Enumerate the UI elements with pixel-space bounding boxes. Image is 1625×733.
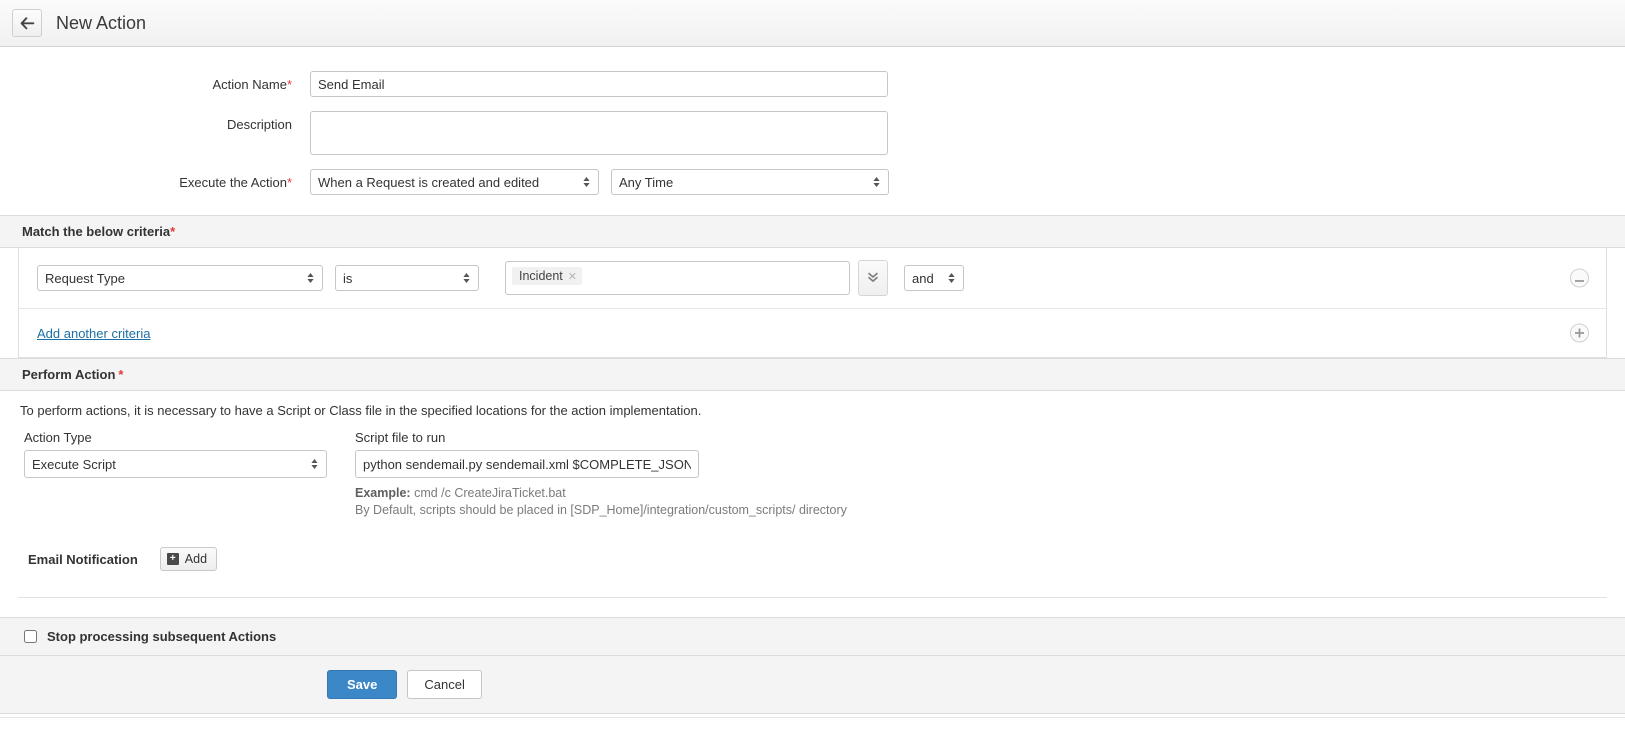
criteria-row: Request Type is Incident ✕ and [19,248,1606,309]
perform-action-description: To perform actions, it is necessary to h… [20,403,702,418]
script-file-label: Script file to run [355,430,446,445]
criteria-section-title: Match the below criteria [22,224,171,239]
plus-circle-icon [1575,327,1584,340]
page-bottom-edge [0,717,1625,733]
required-marker: * [170,224,176,239]
form-body: Action Name* Description Execute the Act… [0,71,1625,714]
hint-example-label: Example: [355,486,411,500]
criteria-field-select-wrap: Request Type [37,265,323,291]
page-title: New Action [56,12,147,33]
criteria-expand-button[interactable] [858,260,888,296]
footer-buttons: Save Cancel [327,670,482,699]
action-name-label-text: Action Name [212,77,287,92]
action-name-input[interactable] [310,71,888,97]
execute-action-row: Execute the Action* When a Request is cr… [0,169,1625,195]
page-header: New Action [0,0,1625,47]
save-button[interactable]: Save [327,670,398,699]
section-divider [18,597,1607,598]
execute-action-label-text: Execute the Action [179,175,287,190]
stop-processing-label: Stop processing subsequent Actions [47,629,277,644]
criteria-value-field[interactable]: Incident ✕ [505,261,850,295]
execute-trigger-select[interactable]: When a Request is created and edited [310,169,599,195]
email-add-button[interactable]: + Add [159,547,218,571]
description-textarea[interactable] [310,111,888,155]
criteria-logic-select-wrap: and [904,265,964,291]
arrow-left-icon [20,16,35,30]
close-icon[interactable]: ✕ [568,270,577,283]
form-footer: Save Cancel [0,656,1625,714]
email-add-button-label: Add [184,552,208,566]
minus-circle-icon [1575,272,1584,285]
required-marker: * [286,77,292,92]
execute-time-select[interactable]: Any Time [611,169,889,195]
perform-action-header: Perform Action * [0,358,1625,391]
description-label: Description [226,117,292,132]
execute-trigger-select-wrap: When a Request is created and edited [310,169,599,195]
script-hint-example: Example: cmd /c CreateJiraTicket.bat [355,485,847,502]
cancel-button[interactable]: Cancel [407,670,482,699]
hint-example-text: cmd /c CreateJiraTicket.bat [410,486,566,500]
criteria-field-select[interactable]: Request Type [37,265,323,291]
remove-criteria-button[interactable] [1570,268,1589,288]
double-chevron-down-icon [867,270,879,287]
email-notification-label: Email Notification [28,551,138,567]
add-another-criteria-link[interactable]: Add another criteria [37,326,150,341]
email-notification-row: Email Notification + Add [0,519,1625,597]
criteria-condition-select[interactable]: is [335,265,479,291]
stop-processing-checkbox[interactable] [24,630,37,643]
perform-action-title: Perform Action [22,367,116,382]
value-chip[interactable]: Incident ✕ [512,267,582,285]
action-type-label: Action Type [24,430,92,445]
criteria-logic-select[interactable]: and [904,265,964,291]
add-criteria-button[interactable] [1570,323,1589,343]
script-hint-default: By Default, scripts should be placed in … [355,503,847,517]
add-criteria-row: Add another criteria [19,309,1606,357]
criteria-box: Request Type is Incident ✕ and Add anoth… [18,248,1607,358]
value-chip-label: Incident [519,269,563,283]
required-marker: * [286,175,292,190]
execute-action-label: Execute the Action* [0,169,310,190]
action-type-column: Action Type Execute Script [24,430,327,519]
action-type-select-wrap: Execute Script [24,450,327,478]
back-button[interactable] [12,9,42,37]
new-action-page: New Action Action Name* Description Exec… [0,0,1625,733]
action-name-row: Action Name* [0,71,1625,97]
criteria-section-header: Match the below criteria* [0,215,1625,248]
script-file-input[interactable] [355,450,699,478]
description-row: Description [0,111,1625,155]
script-file-column: Script file to run Example: cmd /c Creat… [355,430,847,519]
required-marker: * [118,367,124,382]
criteria-condition-select-wrap: is [335,265,479,291]
action-name-label: Action Name* [0,71,310,92]
action-type-select[interactable]: Execute Script [24,450,327,478]
stop-processing-row: Stop processing subsequent Actions [0,617,1625,656]
execute-time-select-wrap: Any Time [611,169,889,195]
plus-square-icon: + [166,553,179,565]
perform-action-fields: Action Type Execute Script Script file t… [0,418,1625,519]
